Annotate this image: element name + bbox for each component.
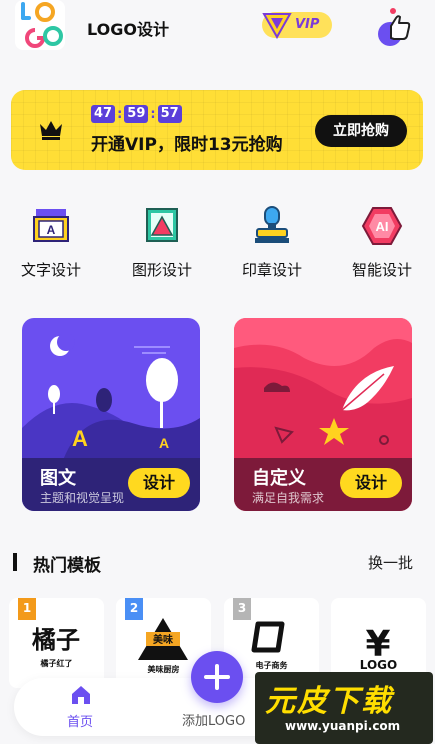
card-subtitle: 满足自我需求	[252, 491, 325, 505]
ai-design-icon: AI	[361, 207, 403, 245]
app-name: LOGO设计	[87, 20, 169, 39]
card-footer: 自定义 满足自我需求 设计	[234, 458, 412, 511]
category-label: 印章设计	[241, 261, 302, 279]
countdown-timer: 47 : 59 : 57	[91, 105, 182, 123]
card-subtitle: 主题和视觉呈现	[40, 491, 125, 505]
stamp-design-icon	[255, 206, 289, 243]
promo-text: 开通VIP，限时13元抢购	[91, 135, 283, 155]
timer-seconds: 57	[157, 105, 182, 123]
template-card-1[interactable]: 1 橘子 橘子红了	[9, 598, 104, 688]
add-logo-button[interactable]	[191, 651, 243, 703]
category-label: 图形设计	[131, 261, 192, 279]
category-text-design[interactable]: A 文字设计	[11, 205, 91, 280]
vip-v-icon	[262, 13, 292, 39]
watermark: 元皮下载 www.yuanpi.com	[255, 672, 433, 744]
refresh-button[interactable]: 换一批	[368, 552, 413, 573]
crown-icon	[40, 121, 62, 140]
text-design-icon: A	[33, 209, 69, 242]
template-art-text: 美味	[153, 633, 173, 646]
card-footer: 图文 主题和视觉呈现 设计	[22, 458, 200, 511]
design-button[interactable]: 设计	[128, 468, 190, 498]
category-ai-design[interactable]: AI 智能设计	[342, 205, 422, 280]
design-button[interactable]: 设计	[340, 468, 402, 498]
graphic-design-icon	[146, 208, 178, 242]
category-stamp-design[interactable]: 印章设计	[232, 205, 312, 280]
thumbs-up-hand-icon[interactable]	[376, 6, 418, 48]
section-title: 热门模板	[33, 556, 101, 576]
vip-label: VIP	[295, 17, 320, 32]
card-title: 图文	[40, 468, 76, 489]
category-graphic-design[interactable]: 图形设计	[122, 205, 202, 280]
template-caption: LOGO	[359, 658, 398, 672]
section-accent-bar	[13, 553, 17, 571]
vip-promo-banner[interactable]: 47 : 59 : 57 开通VIP，限时13元抢购 立即抢购	[11, 90, 423, 170]
category-label: 智能设计	[351, 261, 412, 279]
timer-hours: 47	[91, 105, 116, 123]
home-icon[interactable]	[70, 684, 92, 706]
template-art-text: 橘子	[32, 625, 80, 654]
nav-home-label[interactable]: 首页	[67, 711, 93, 730]
svg-text:A: A	[159, 435, 169, 451]
card-image-text[interactable]: A A 图文 主题和视觉呈现 设计	[22, 318, 200, 511]
buy-now-button[interactable]: 立即抢购	[315, 115, 407, 147]
vip-button[interactable]: VIP	[262, 12, 332, 39]
app-header: LOGO设计 VIP	[0, 0, 435, 58]
timer-minutes: 59	[124, 105, 149, 123]
watermark-text: 元皮下载	[265, 684, 393, 719]
timer-separator: :	[150, 106, 156, 122]
svg-text:A: A	[47, 223, 56, 237]
mountain-landscape-illustration: A A	[22, 333, 200, 463]
category-label: 文字设计	[20, 261, 81, 279]
logo-go-icon	[15, 0, 65, 50]
nav-add-logo-label[interactable]: 添加LOGO	[182, 710, 245, 729]
template-caption: 橘子红了	[40, 659, 73, 668]
watermark-url: www.yuanpi.com	[285, 719, 401, 733]
svg-text:AI: AI	[376, 219, 389, 234]
card-title: 自定义	[252, 468, 306, 489]
card-custom[interactable]: 自定义 满足自我需求 设计	[234, 318, 412, 511]
timer-separator: :	[117, 106, 123, 122]
svg-text:A: A	[72, 426, 88, 451]
feather-illustration	[234, 318, 412, 463]
